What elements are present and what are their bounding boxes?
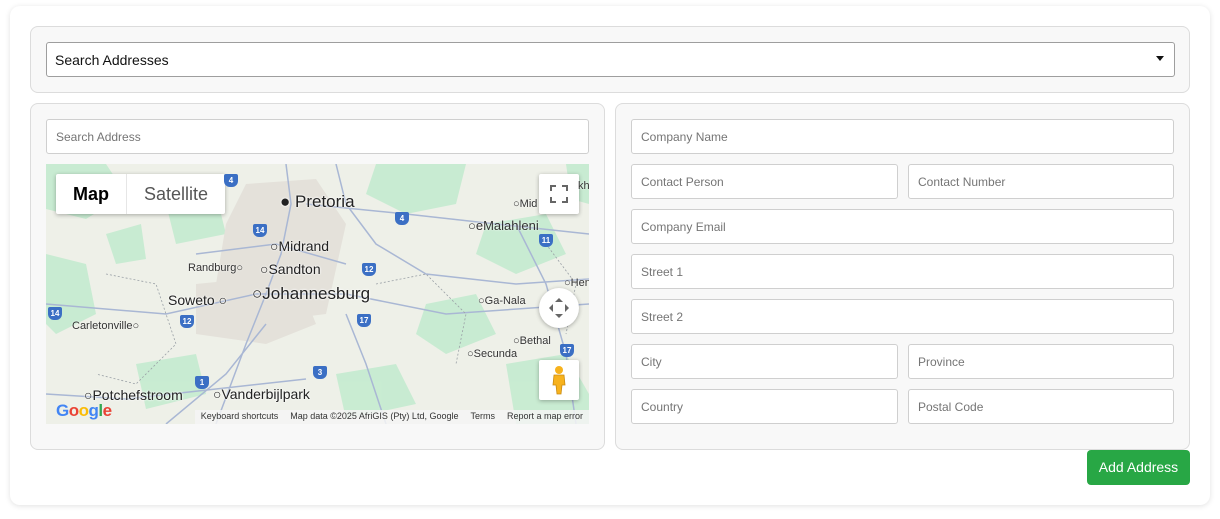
contact-number-input[interactable]	[908, 164, 1174, 199]
street2-input[interactable]	[631, 299, 1174, 334]
map-search-input[interactable]	[46, 119, 589, 154]
map-label-ganala: ○Ga-Nala	[478, 295, 526, 307]
address-card: Search Addresses Search Address Map Sate…	[10, 6, 1210, 505]
route-shield: 4	[224, 174, 238, 187]
address-form-panel	[615, 103, 1190, 450]
province-input[interactable]	[908, 344, 1174, 379]
route-shield: 14	[48, 307, 62, 320]
map-label-randburg: Randburg○	[188, 262, 243, 274]
map-label-soweto: Soweto ○	[168, 292, 228, 308]
map-label-bethal: ○Bethal	[513, 335, 551, 347]
contact-person-input[interactable]	[631, 164, 898, 199]
camera-control-button[interactable]	[539, 288, 579, 328]
address-search-panel: Search Addresses	[30, 26, 1190, 93]
map-label-mid-partial: ○Mid	[513, 198, 538, 210]
route-shield: 14	[253, 224, 267, 237]
route-shield: 1	[195, 376, 209, 389]
chevron-down-icon	[1156, 56, 1164, 61]
route-shield: 12	[362, 263, 376, 276]
address-search-value: Search Addresses	[55, 52, 169, 68]
map-type-map-button[interactable]: Map	[56, 174, 127, 214]
postal-code-input[interactable]	[908, 389, 1174, 424]
map-label-hen-partial: ○Hen	[564, 277, 589, 289]
map-type-control: Map Satellite	[56, 174, 226, 214]
google-map[interactable]: Map Satellite ● Pretoria ○eMalahleni ○Mi…	[46, 164, 589, 424]
fullscreen-button[interactable]	[539, 174, 579, 214]
map-label-vanderbijlpark: ○Vanderbijlpark	[213, 386, 310, 402]
city-input[interactable]	[631, 344, 898, 379]
map-label-secunda: ○Secunda	[467, 348, 518, 360]
company-name-input[interactable]	[631, 119, 1174, 154]
map-label-kh-partial: kh	[578, 180, 589, 192]
map-data-text: Map data ©2025 AfriGIS (Pty) Ltd, Google	[290, 411, 459, 421]
route-shield: 17	[357, 314, 371, 327]
route-shield: 17	[560, 344, 574, 357]
route-shield: 3	[313, 366, 327, 379]
map-label-johannesburg: ○Johannesburg	[252, 284, 371, 303]
report-map-error-link[interactable]: Report a map error	[507, 411, 583, 424]
map-panel: Map Satellite ● Pretoria ○eMala	[30, 103, 605, 450]
google-logo: Google	[56, 401, 112, 420]
route-shield: 11	[539, 234, 553, 247]
terms-link[interactable]: Terms	[470, 411, 495, 424]
company-email-input[interactable]	[631, 209, 1174, 244]
street1-input[interactable]	[631, 254, 1174, 289]
street-view-pegman-button[interactable]	[539, 360, 579, 400]
route-shield: 4	[395, 212, 409, 225]
map-type-satellite-button[interactable]: Satellite	[127, 174, 225, 214]
pan-arrows-icon	[549, 298, 569, 318]
address-search-select[interactable]: Search Addresses	[46, 42, 1175, 77]
route-shield: 12	[180, 315, 194, 328]
keyboard-shortcuts-link[interactable]: Keyboard shortcuts	[201, 411, 279, 424]
pegman-icon	[552, 366, 566, 395]
map-label-carletonville: Carletonville○	[72, 320, 140, 332]
map-label-pretoria: ● Pretoria	[280, 192, 355, 211]
add-address-button[interactable]: Add Address	[1087, 450, 1190, 485]
map-label-emalahleni: ○eMalahleni	[468, 218, 539, 233]
map-label-sandton: ○Sandton	[260, 261, 321, 277]
map-label-midrand: ○Midrand	[270, 238, 330, 254]
fullscreen-icon	[550, 185, 568, 203]
country-input[interactable]	[631, 389, 898, 424]
map-attribution-bar: Keyboard shortcuts Map data ©2025 AfriGI…	[194, 410, 589, 424]
